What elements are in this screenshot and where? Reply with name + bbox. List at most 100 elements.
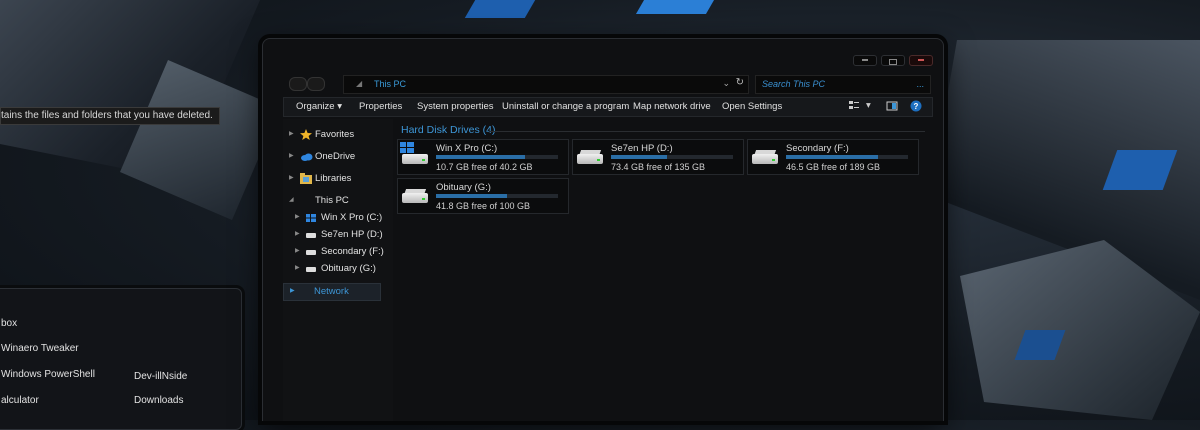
- nav-drive-d[interactable]: ▶ Se7en HP (D:): [283, 227, 395, 243]
- drive-tile[interactable]: Se7en HP (D:) 73.4 GB free of 135 GB: [572, 139, 744, 175]
- expand-icon[interactable]: ▶: [290, 287, 295, 294]
- minimize-icon: [862, 59, 868, 61]
- nav-label: Network: [314, 286, 349, 297]
- search-placeholder: Search This PC: [762, 79, 826, 89]
- expand-icon[interactable]: ▶: [295, 230, 300, 237]
- start-menu-panel: box Winaero Tweaker Windows PowerShell a…: [0, 288, 242, 430]
- start-item[interactable]: Winaero Tweaker: [1, 343, 79, 354]
- star-icon: [300, 129, 312, 140]
- explorer-window: ◢ This PC ⌄ ↻ Search This PC ... Organiz…: [262, 38, 944, 421]
- nav-drive-f[interactable]: ▶ Secondary (F:): [283, 244, 395, 260]
- nav-label: Win X Pro (C:): [321, 212, 383, 223]
- svg-text:?: ?: [914, 102, 919, 111]
- hard-drive-icon: [306, 231, 316, 239]
- view-dropdown-icon[interactable]: ▾: [866, 100, 871, 111]
- nav-this-pc[interactable]: ◢ This PC: [283, 193, 395, 209]
- hard-drive-icon: [306, 265, 316, 273]
- navigation-pane: ▶ Favorites ▶ OneDrive ▶ Libraries ◢ Thi…: [283, 119, 393, 421]
- usage-bar: [436, 194, 558, 198]
- address-dropdown-icon[interactable]: ⌄: [722, 78, 730, 89]
- drive-tile[interactable]: Obituary (G:) 41.8 GB free of 100 GB: [397, 178, 569, 214]
- nav-label: This PC: [315, 195, 349, 206]
- drive-name: Se7en HP (D:): [611, 143, 673, 154]
- drive-free-space: 46.5 GB free of 189 GB: [786, 162, 881, 172]
- usage-fill: [436, 194, 507, 198]
- organize-label: Organize: [296, 101, 335, 112]
- expand-icon[interactable]: ▶: [289, 130, 294, 137]
- collapse-icon[interactable]: ◢: [289, 196, 294, 203]
- windows-drive-icon: [306, 214, 316, 222]
- usage-fill: [786, 155, 878, 159]
- nav-label: OneDrive: [315, 151, 356, 162]
- expand-icon[interactable]: ▶: [289, 152, 294, 159]
- usage-bar: [611, 155, 733, 159]
- properties-button[interactable]: Properties: [359, 101, 402, 112]
- start-item[interactable]: Dev-illNside: [134, 371, 187, 382]
- nav-label: Libraries: [315, 173, 352, 184]
- command-bar: Organize ▾ Properties System properties …: [283, 97, 933, 117]
- address-row: ◢ This PC ⌄ ↻ Search This PC ...: [263, 73, 943, 95]
- drive-tile[interactable]: Win X Pro (C:) 10.7 GB free of 40.2 GB: [397, 139, 569, 175]
- usage-fill: [611, 155, 668, 159]
- drive-free-space: 73.4 GB free of 135 GB: [611, 162, 706, 172]
- nav-drive-g[interactable]: ▶ Obituary (G:): [283, 261, 395, 277]
- drive-name: Secondary (F:): [786, 143, 849, 154]
- usage-bar: [786, 155, 908, 159]
- nav-network[interactable]: ▶ Network: [283, 283, 381, 301]
- back-button[interactable]: [289, 77, 307, 91]
- open-settings-button[interactable]: Open Settings: [722, 101, 782, 112]
- nav-onedrive[interactable]: ▶ OneDrive: [283, 149, 395, 165]
- expand-icon[interactable]: ▶: [295, 264, 300, 271]
- nav-favorites[interactable]: ▶ Favorites: [283, 127, 395, 143]
- start-item[interactable]: Downloads: [134, 395, 183, 406]
- hard-drive-icon: [402, 189, 432, 205]
- wallpaper-accent: [635, 0, 715, 14]
- nav-label: Secondary (F:): [321, 246, 384, 257]
- system-properties-button[interactable]: System properties: [417, 101, 494, 112]
- maximize-button[interactable]: [881, 55, 905, 66]
- map-network-drive-button[interactable]: Map network drive: [633, 101, 711, 112]
- usage-bar: [436, 155, 558, 159]
- close-button[interactable]: [909, 55, 933, 66]
- expand-icon[interactable]: ▶: [289, 174, 294, 181]
- expand-icon[interactable]: ▶: [295, 213, 300, 220]
- library-folder-icon: [300, 173, 312, 184]
- address-bar[interactable]: ◢ This PC ⌄ ↻: [343, 75, 749, 94]
- group-header[interactable]: Hard Disk Drives (4): [401, 124, 496, 136]
- nav-libraries[interactable]: ▶ Libraries: [283, 171, 395, 187]
- forward-button[interactable]: [307, 77, 325, 91]
- minimize-button[interactable]: [853, 55, 877, 66]
- help-icon[interactable]: ?: [910, 100, 922, 112]
- drive-name: Win X Pro (C:): [436, 143, 498, 154]
- organize-button[interactable]: Organize ▾: [296, 101, 342, 112]
- wallpaper-accent: [464, 0, 536, 18]
- start-item[interactable]: Windows PowerShell: [1, 369, 95, 380]
- title-bar[interactable]: [263, 39, 943, 69]
- address-path[interactable]: This PC: [374, 79, 406, 89]
- close-icon: [918, 59, 924, 61]
- hard-drive-icon: [752, 150, 782, 166]
- search-more-icon[interactable]: ...: [916, 79, 924, 89]
- hard-drive-icon: [306, 248, 316, 256]
- address-chevron-icon: ◢: [356, 79, 363, 88]
- windows-drive-icon: [400, 142, 432, 166]
- nav-drive-c[interactable]: ▶ Win X Pro (C:): [283, 210, 395, 226]
- start-item[interactable]: alculator: [1, 395, 39, 406]
- group-divider: [489, 131, 925, 132]
- content-area: Hard Disk Drives (4) Win X Pro (C:) 10.7…: [397, 119, 931, 421]
- drive-tile[interactable]: Secondary (F:) 46.5 GB free of 189 GB: [747, 139, 919, 175]
- nav-label: Obituary (G:): [321, 263, 376, 274]
- preview-pane-icon[interactable]: [886, 100, 898, 112]
- start-item[interactable]: box: [1, 318, 17, 329]
- usage-fill: [436, 155, 526, 159]
- drive-free-space: 41.8 GB free of 100 GB: [436, 201, 531, 211]
- search-input[interactable]: Search This PC ...: [755, 75, 931, 94]
- drive-free-space: 10.7 GB free of 40.2 GB: [436, 162, 533, 172]
- uninstall-button[interactable]: Uninstall or change a program: [502, 101, 629, 112]
- nav-label: Se7en HP (D:): [321, 229, 383, 240]
- refresh-icon[interactable]: ↻: [736, 77, 744, 88]
- expand-icon[interactable]: ▶: [295, 247, 300, 254]
- cloud-icon: [300, 151, 313, 162]
- maximize-icon: [889, 59, 897, 65]
- view-options-icon[interactable]: [848, 100, 860, 112]
